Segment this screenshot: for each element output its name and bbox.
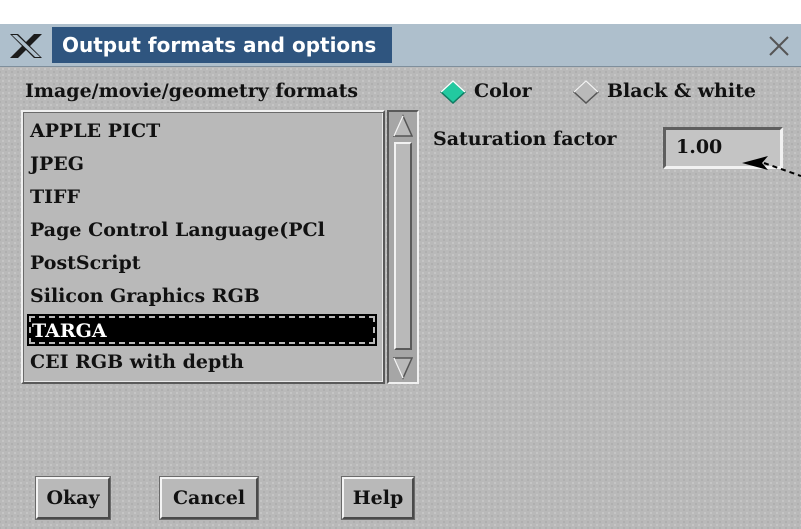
okay-button[interactable]: Okay bbox=[36, 477, 110, 519]
scroll-up-arrow-icon[interactable] bbox=[393, 114, 413, 138]
scroll-thumb[interactable] bbox=[394, 142, 412, 350]
formats-list[interactable]: APPLE PICT JPEG TIFF Page Control Langua… bbox=[21, 110, 385, 384]
list-item[interactable]: TIFF bbox=[27, 182, 377, 214]
black-white-label: Black & white bbox=[607, 80, 756, 102]
list-item-selected[interactable]: TARGA bbox=[27, 314, 377, 346]
cancel-button[interactable]: Cancel bbox=[160, 477, 258, 519]
window-title: Output formats and options bbox=[52, 27, 392, 63]
black-white-radio[interactable]: Black & white bbox=[573, 80, 801, 104]
saturation-label: Saturation factor bbox=[433, 128, 617, 150]
list-item[interactable]: PostScript bbox=[27, 248, 377, 280]
scroll-down-arrow-icon[interactable] bbox=[393, 356, 413, 380]
x-logo-icon bbox=[10, 34, 42, 58]
annotation-arrow-icon bbox=[742, 156, 801, 177]
list-item[interactable]: Silicon Graphics RGB bbox=[27, 281, 377, 313]
list-item[interactable]: APPLE PICT bbox=[27, 116, 377, 148]
color-radio[interactable]: Color bbox=[440, 80, 555, 104]
close-icon[interactable] bbox=[766, 33, 792, 59]
title-bar[interactable]: Output formats and options bbox=[0, 24, 801, 67]
help-button[interactable]: Help bbox=[342, 477, 414, 519]
color-label: Color bbox=[474, 80, 532, 102]
radio-unselected-icon bbox=[573, 80, 599, 104]
list-item[interactable]: Page Control Language(PCl bbox=[27, 215, 377, 247]
list-item[interactable]: CEI RGB with depth bbox=[27, 347, 377, 379]
formats-label: Image/movie/geometry formats bbox=[25, 80, 359, 102]
list-item[interactable]: JPEG bbox=[27, 149, 377, 181]
radio-selected-icon bbox=[440, 80, 466, 104]
formats-scrollbar[interactable] bbox=[387, 110, 419, 384]
